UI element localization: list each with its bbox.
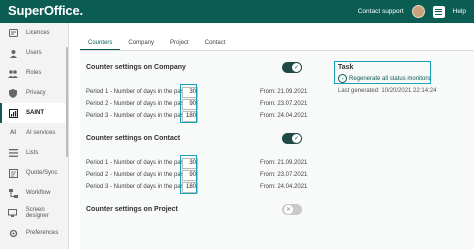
preferences-icon [8,228,18,238]
list-icon [8,148,18,158]
check-icon: ✓ [292,63,301,72]
quote-icon [8,168,18,178]
sidebar-item-users[interactable]: Users [0,43,68,63]
sidebar-item-label: Licences [26,30,50,36]
company-period-2-from: From: 23.07.2021 [260,101,308,107]
menu-icon[interactable] [432,5,445,18]
tab-bar: Counters Company Project Contact [80,38,233,50]
close-icon: ✕ [284,205,293,214]
sidebar-item-lists[interactable]: Lists [0,143,68,163]
company-period-2-label: Period 2 - Number of days in the past: [86,101,188,107]
company-period-3-label: Period 3 - Number of days in the past: [86,113,188,119]
sidebar-item-label: Lists [26,150,39,156]
company-section-title: Counter settings on Company [86,64,186,71]
sidebar-item-ai-services[interactable]: AI AI services [0,123,68,143]
sidebar: Licences Users Roles Privacy SAINT AI AI… [0,23,69,249]
tab-counters[interactable]: Counters [80,38,121,50]
roles-icon [8,68,18,78]
check-icon: ✓ [292,134,301,143]
sidebar-item-label: SAINT [26,110,44,116]
sidebar-item-saint[interactable]: SAINT [0,103,68,123]
contact-inputs-highlight [180,155,197,194]
last-generated-text: Last generated: 10/20/2021 22:14:24 [338,88,437,94]
tab-contact[interactable]: Contact [197,38,234,50]
contact-period-1-label: Period 1 - Number of days in the past: [86,160,188,166]
tab-project[interactable]: Project [162,38,197,50]
contact-section-title: Counter settings on Contact [86,135,181,142]
workflow-icon [8,188,18,198]
help-link[interactable]: Help [453,8,466,15]
contact-counter-toggle[interactable]: ✓ [282,133,302,144]
tab-company[interactable]: Company [120,38,162,50]
sidebar-item-label: AI services [26,130,56,136]
company-inputs-highlight [180,84,197,123]
sidebar-item-label: Screen designer [25,207,49,219]
sidebar-item-label: Workflow [26,190,51,196]
company-period-1-from: From: 21.09.2021 [260,89,308,95]
sidebar-item-label: Users [26,50,42,56]
company-period-3-from: From: 24.04.2021 [260,113,308,119]
sidebar-item-label: Roles [26,70,42,76]
contact-period-3-label: Period 3 - Number of days in the past: [86,184,188,190]
sidebar-item-workflow[interactable]: Workflow [0,183,68,203]
screen-icon [8,208,18,218]
id-card-icon [8,28,18,38]
company-counter-toggle[interactable]: ✓ [282,62,302,73]
task-highlight [334,61,431,84]
app-logo: SuperOffice. [8,3,83,18]
saint-icon [8,108,18,118]
project-section-title: Counter settings on Project [86,206,178,213]
contact-support-link[interactable]: Contact support [358,8,404,15]
sidebar-item-roles[interactable]: Roles [0,63,68,83]
top-bar: SuperOffice. Contact support Help [0,0,474,23]
sidebar-item-label: Preferences [26,230,59,236]
shield-icon [8,88,18,98]
sidebar-item-quote-sync[interactable]: Quote/Sync [0,163,68,183]
avatar[interactable] [411,5,425,18]
contact-period-2-from: From: 23.07.2021 [260,172,308,178]
ai-icon: AI [10,130,16,136]
contact-period-3-from: From: 24.04.2021 [260,184,308,190]
contact-period-1-from: From: 21.09.2021 [260,160,308,166]
user-icon [8,48,18,58]
sidebar-item-preferences[interactable]: Preferences [0,223,68,243]
sidebar-item-label: Privacy [26,90,46,96]
sidebar-item-licences[interactable]: Licences [0,23,68,43]
contact-period-2-label: Period 2 - Number of days in the past: [86,172,188,178]
sidebar-item-label: Quote/Sync [26,170,58,176]
project-counter-toggle[interactable]: ✕ [282,204,302,215]
company-period-1-label: Period 1 - Number of days in the past: [86,89,188,95]
sidebar-item-privacy[interactable]: Privacy [0,83,68,103]
sidebar-scrollbar[interactable] [66,47,68,157]
top-bar-actions: Contact support Help [358,0,466,23]
sidebar-item-screen-designer[interactable]: Screen designer [0,203,68,223]
